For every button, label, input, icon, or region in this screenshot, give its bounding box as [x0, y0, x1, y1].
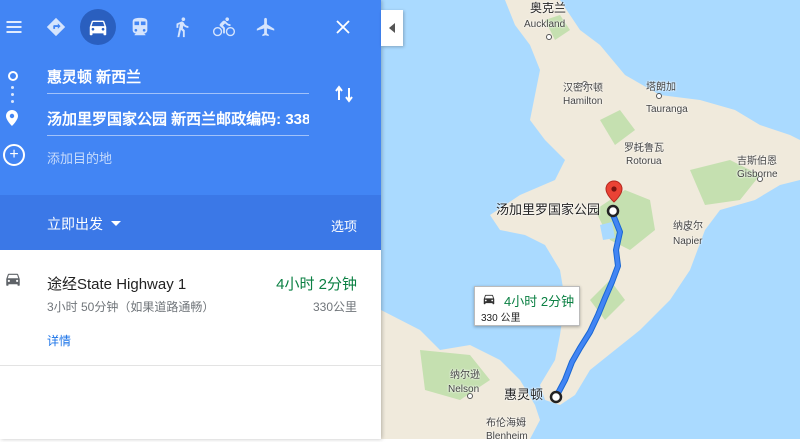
walking-icon [176, 17, 189, 38]
caret-left-icon [389, 23, 395, 33]
map-label-tongariro: 汤加里罗国家公园 [496, 202, 601, 217]
map-label-gisborne-cn: 吉斯伯恩 [737, 156, 777, 167]
caret-down-icon [111, 221, 121, 226]
route-typical-time: 3小时 50分钟（如果道路通畅） [47, 300, 215, 314]
mode-driving-button[interactable] [80, 9, 116, 45]
car-icon [89, 20, 107, 36]
map-label-hamilton-cn: 汉密尔顿 [563, 83, 603, 94]
route-info-box[interactable]: 4小时 2分钟 330 公里 [474, 286, 580, 326]
leave-now-label: 立即出发 [47, 216, 103, 232]
map-label-napier-cn: 纳皮尔 [673, 221, 703, 232]
directions-panel: + 惠灵顿 新西兰 汤加里罗国家公园 新西兰邮政编码: 3384 添加目的地 立… [0, 0, 381, 439]
airplane-icon [256, 17, 275, 37]
add-destination-icon[interactable]: + [3, 144, 25, 166]
leave-now-dropdown[interactable]: 立即出发 [47, 214, 121, 234]
directions-header: + 惠灵顿 新西兰 汤加里罗国家公园 新西兰邮政编码: 3384 添加目的地 [0, 0, 381, 195]
mode-directions-button[interactable] [38, 9, 74, 45]
map-label-rotorua-cn: 罗托鲁瓦 [624, 143, 664, 154]
train-icon [132, 17, 148, 36]
map-label-hamilton-en: Hamilton [563, 96, 603, 107]
route-time: 4小时 2分钟 [276, 276, 357, 293]
route-dots-icon [11, 86, 14, 107]
mode-flights-button[interactable] [248, 9, 284, 45]
route-distance: 330公里 [312, 300, 357, 314]
car-icon [483, 294, 495, 305]
map-label-blenheim-cn: 布伦海姆 [486, 418, 526, 429]
origin-field[interactable]: 惠灵顿 新西兰 [47, 66, 309, 94]
map-label-gisborne-en: Gisborne [737, 169, 778, 180]
travel-modes [0, 9, 381, 45]
infobox-time: 4小时 2分钟 [504, 294, 575, 309]
mode-cycling-button[interactable] [206, 9, 242, 45]
swap-icon[interactable] [335, 82, 355, 106]
route-title[interactable]: 途经State Highway 1 [47, 273, 186, 294]
bicycle-icon [213, 17, 235, 37]
options-button[interactable]: 选项 [331, 216, 357, 235]
divider [0, 365, 381, 366]
map-label-wellington: 惠灵顿 [504, 387, 544, 402]
collapse-panel-button[interactable] [381, 10, 403, 46]
map-canvas[interactable] [381, 0, 800, 439]
destination-pin-icon [6, 110, 18, 126]
map-label-auckland-en: Auckland [524, 19, 566, 30]
destination-field[interactable]: 汤加里罗国家公园 新西兰邮政编码: 3384 [47, 108, 309, 136]
infobox-distance: 330 公里 [481, 313, 521, 324]
map-label-tauranga-en: Tauranga [646, 104, 688, 115]
map-label-tauranga-cn: 塔朗加 [646, 82, 676, 93]
add-destination-field[interactable]: 添加目的地 [47, 148, 112, 167]
close-button[interactable] [325, 9, 361, 45]
map-terrain [381, 0, 800, 439]
mode-walking-button[interactable] [164, 9, 200, 45]
details-link[interactable]: 详情 [47, 332, 71, 349]
map-label-auckland-cn: 奥克兰 [530, 1, 567, 15]
map-label-rotorua-en: Rotorua [626, 156, 662, 167]
mode-transit-button[interactable] [122, 9, 158, 45]
car-icon [6, 273, 20, 286]
map-label-nelson-cn: 纳尔逊 [450, 370, 480, 381]
map-label-nelson-en: Nelson [448, 384, 480, 395]
map-label-blenheim-en: Blenheim [486, 431, 528, 442]
origin-marker-icon [8, 71, 18, 81]
directions-diamond-icon [46, 17, 66, 37]
map-label-napier-en: Napier [673, 236, 703, 247]
close-icon [336, 20, 350, 34]
